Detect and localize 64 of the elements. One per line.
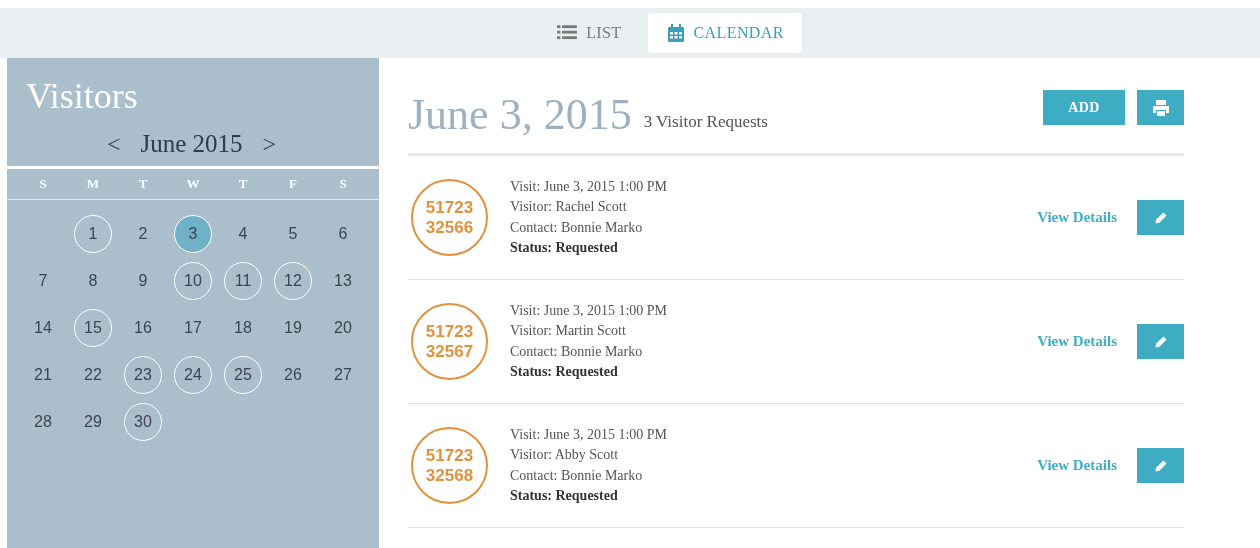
calendar-icon [665,23,686,43]
previous-month-button[interactable]: < [106,126,121,162]
calendar-day[interactable]: 9 [124,262,162,300]
request-count: 3 Visitor Requests [643,110,768,133]
pencil-icon [1152,333,1169,350]
calendar-day[interactable]: 28 [24,403,62,441]
calendar-day[interactable]: 4 [224,215,262,253]
calendar-day[interactable]: 17 [174,309,212,347]
edit-button[interactable] [1137,448,1184,483]
calendar-day[interactable]: 21 [24,356,62,394]
visitor-name: Visitor: Rachel Scott [510,198,628,216]
calendar-day[interactable]: 16 [124,309,162,347]
calendar-day[interactable]: 3 [174,215,212,253]
calendar-day[interactable]: 2 [124,215,162,253]
visit-time: Visit: June 3, 2015 1:00 PM [510,301,668,320]
print-icon [1150,97,1171,118]
calendar-day[interactable]: 5 [274,215,312,253]
sidebar-title: Visitors [25,75,139,118]
request-id-badge: 51723 32568 [411,427,488,504]
calendar-day[interactable]: 29 [74,403,112,441]
request-id-badge: 51723 32566 [411,179,488,256]
print-button[interactable] [1137,90,1184,125]
contact-name: Contact: Bonnie Marko [510,342,644,361]
request-status: Status: Requested [510,239,619,257]
weekday-label: T [138,175,148,194]
visitor-name: Visitor: Martin Scott [510,322,627,340]
calendar-day[interactable]: 19 [274,309,312,347]
view-tab[interactable]: LIST [538,13,640,53]
calendar-day[interactable]: 18 [224,309,262,347]
edit-button[interactable] [1137,200,1184,235]
calendar-day[interactable]: 6 [324,215,362,253]
visitor-name: Visitor: Abby Scott [510,446,620,464]
month-label: June 2015 [140,129,243,160]
edit-button[interactable] [1137,324,1184,359]
calendar-day[interactable]: 7 [24,262,62,300]
calendar-day[interactable]: 14 [24,309,62,347]
visit-time: Visit: June 3, 2015 1:00 PM [510,425,668,444]
view-tab[interactable]: CALENDAR [647,13,802,53]
view-details-link[interactable]: View Details [1037,330,1117,353]
weekday-label: S [339,175,347,194]
pencil-icon [1152,457,1169,474]
weekday-label: W [186,175,200,194]
pencil-icon [1152,209,1169,226]
calendar-day[interactable]: 26 [274,356,312,394]
weekday-label: S [39,175,47,194]
date-heading: June 3, 2015 [408,91,632,139]
calendar-day[interactable]: 22 [74,356,112,394]
weekday-label: F [289,175,297,194]
weekday-label: M [86,175,100,194]
request-status: Status: Requested [510,487,619,505]
next-month-button[interactable]: > [262,126,277,162]
view-details-link[interactable]: View Details [1037,206,1117,229]
add-button[interactable]: ADD [1043,90,1125,125]
request-id-badge: 51723 32567 [411,303,488,380]
calendar-day[interactable]: 20 [324,309,362,347]
contact-name: Contact: Bonnie Marko [510,218,644,237]
contact-name: Contact: Bonnie Marko [510,466,644,485]
view-details-link[interactable]: View Details [1037,454,1117,477]
weekday-label: T [238,175,248,194]
visit-time: Visit: June 3, 2015 1:00 PM [510,177,668,196]
calendar-day[interactable]: 8 [74,262,112,300]
calendar-day[interactable]: 27 [324,356,362,394]
request-status: Status: Requested [510,363,619,381]
calendar-day[interactable]: 13 [324,262,362,300]
